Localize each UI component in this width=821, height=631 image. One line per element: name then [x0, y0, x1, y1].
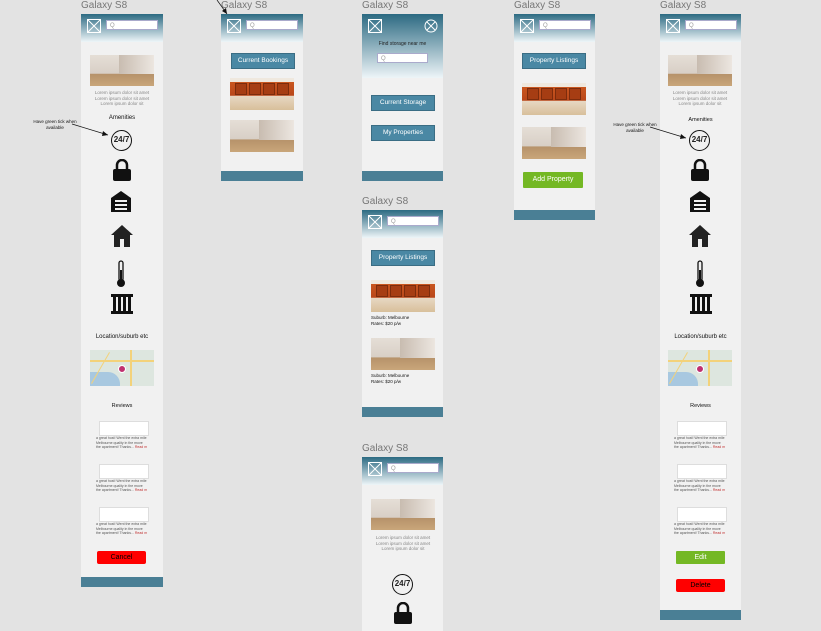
24-7-icon: 24/7	[392, 574, 413, 595]
lock-icon	[113, 159, 131, 181]
map-pin-icon	[118, 365, 126, 373]
edit-button[interactable]: Edit	[676, 551, 725, 564]
review-text: a great host! Went the extra mile Melbour…	[674, 479, 726, 492]
storage-search-input[interactable]: Q	[377, 53, 428, 63]
property-image	[668, 55, 732, 86]
review-card	[677, 507, 727, 522]
review-text: a great host! Went the extra mile Melbour…	[96, 436, 148, 449]
lock-icon	[394, 602, 412, 624]
garage-icon	[690, 191, 710, 212]
close-icon[interactable]	[424, 19, 438, 33]
device-label: Galaxy S8	[81, 0, 128, 11]
listing-info: Suburb: Melbourne Rates: $20 p/w	[371, 373, 410, 384]
review-text: a great host! Went the extra mile Melbour…	[674, 522, 726, 535]
location-title: Location/suburb etc	[95, 334, 149, 340]
reviews-title: Reviews	[111, 403, 133, 409]
menu-icon[interactable]	[368, 19, 382, 33]
screen-owner-property-detail: Q Lorem ipsum dolor sit amet Lorem ipsum…	[660, 14, 741, 620]
heater-icon	[111, 294, 133, 314]
description-text: Lorem ipsum dolor sit amet Lorem ipsum d…	[375, 535, 431, 551]
menu-icon[interactable]	[368, 462, 382, 476]
search-input[interactable]: Q	[387, 463, 439, 473]
current-bookings-button[interactable]: Current Bookings	[231, 53, 295, 69]
device-label: Galaxy S8	[660, 0, 707, 11]
review-card	[677, 464, 727, 479]
device-label: Galaxy S8	[514, 0, 561, 11]
thermometer-icon	[117, 260, 125, 287]
garage-icon	[111, 191, 131, 212]
listing-image[interactable]	[371, 280, 435, 312]
find-storage-label: Find storage near me	[378, 41, 427, 47]
location-map[interactable]	[668, 350, 732, 386]
device-label: Galaxy S8	[362, 196, 409, 207]
menu-icon[interactable]	[368, 215, 382, 229]
location-title: Location/suburb etc	[674, 334, 727, 340]
my-properties-button[interactable]: My Properties	[371, 125, 435, 141]
annotation-arrow	[71, 123, 109, 136]
footer-bar	[81, 577, 163, 587]
amenities-title: Amenities	[108, 115, 136, 121]
screen-current-bookings: Q Current Bookings	[221, 14, 303, 181]
screen-my-properties: Q Property Listings Add Property	[514, 14, 595, 220]
footer-bar	[362, 407, 443, 417]
location-map[interactable]	[90, 350, 154, 386]
menu-icon[interactable]	[227, 19, 241, 33]
24-7-icon: 24/7	[689, 130, 710, 151]
screen-property-listings: Q Property Listings Suburb: Melbourne Rat…	[362, 210, 443, 417]
24-7-icon: 24/7	[111, 130, 132, 151]
amenities-title: Amenities	[688, 117, 713, 123]
property-image[interactable]	[522, 127, 586, 159]
heater-icon	[690, 294, 712, 314]
annotation-arrow	[649, 126, 687, 139]
property-listings-button[interactable]: Property Listings	[522, 53, 586, 69]
description-text: Lorem ipsum dolor sit amet Lorem ipsum d…	[94, 90, 150, 106]
review-text: a great host! Went the extra mile Melbour…	[96, 479, 148, 492]
screen-home: Find storage near me Q Current Storage M…	[362, 14, 443, 181]
screen-property-detail-partial: Q Lorem ipsum dolor sit amet Lorem ipsum…	[362, 457, 443, 631]
search-input[interactable]: Q	[106, 20, 158, 30]
search-input[interactable]: Q	[387, 216, 439, 226]
footer-bar	[660, 610, 741, 620]
device-label: Galaxy S8	[362, 443, 409, 454]
property-image[interactable]	[522, 83, 586, 115]
lock-icon	[691, 159, 709, 181]
property-image	[90, 55, 154, 86]
screen-property-detail: Q Lorem ipsum dolor sit amet Lorem ipsum…	[81, 14, 163, 587]
review-card	[99, 507, 149, 522]
footer-bar	[514, 210, 595, 220]
review-card	[99, 421, 149, 436]
current-storage-button[interactable]: Current Storage	[371, 95, 435, 111]
review-card	[99, 464, 149, 479]
search-input[interactable]: Q	[685, 20, 737, 30]
delete-button[interactable]: Delete	[676, 579, 725, 592]
search-input[interactable]: Q	[246, 20, 298, 30]
footer-bar	[221, 171, 303, 181]
listing-info: Suburb: Melbourne Rates: $20 p/w	[371, 315, 410, 326]
review-card	[677, 421, 727, 436]
review-text: a great host! Went the extra mile Melbour…	[96, 522, 148, 535]
thermometer-icon	[696, 260, 704, 287]
property-listings-button[interactable]: Property Listings	[371, 250, 435, 266]
map-pin-icon	[696, 365, 704, 373]
menu-icon[interactable]	[520, 19, 534, 33]
menu-icon[interactable]	[87, 19, 101, 33]
listing-image[interactable]	[371, 338, 435, 370]
property-image	[371, 499, 435, 530]
cancel-button[interactable]: Cancel	[97, 551, 146, 564]
device-label: Galaxy S8	[362, 0, 409, 11]
description-text: Lorem ipsum dolor sit amet Lorem ipsum d…	[672, 90, 728, 106]
booking-image[interactable]	[230, 120, 294, 152]
add-property-button[interactable]: Add Property	[523, 172, 583, 188]
booking-image[interactable]	[230, 78, 294, 110]
home-icon	[689, 225, 711, 247]
reviews-title: Reviews	[690, 403, 711, 409]
device-label: Galaxy S8	[221, 0, 268, 11]
home-icon	[111, 225, 133, 247]
footer-bar	[362, 171, 443, 181]
menu-icon[interactable]	[666, 19, 680, 33]
review-text: a great host! Went the extra mile Melbour…	[674, 436, 726, 449]
search-input[interactable]: Q	[539, 20, 591, 30]
